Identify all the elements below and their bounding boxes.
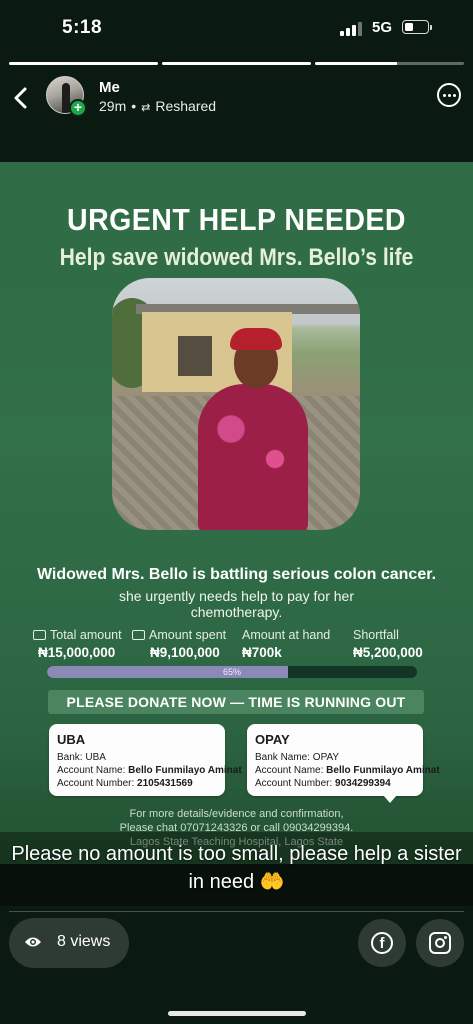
bank-card-title: UBA <box>57 732 86 747</box>
reshare-label: Reshared <box>155 98 217 114</box>
account-name-line: Account Name: Bello Funmilayo Aminat <box>57 765 242 776</box>
patient-photo <box>112 278 360 530</box>
views-button[interactable]: 8 views <box>9 918 129 968</box>
flyer-subtitle: Help save widowed Mrs. Bello’s life <box>59 244 414 271</box>
status-time: 5:18 <box>62 17 103 38</box>
bank-card-uba: UBA Bank: UBA Account Name: Bello Funmil… <box>49 724 242 796</box>
status-bar: 5:18 5G <box>0 0 473 56</box>
wallet-icon <box>33 630 46 640</box>
facebook-icon: f <box>371 932 393 954</box>
story-header: + Me 29m • ⇄ Reshared <box>0 72 473 128</box>
shortfall-label: Shortfall <box>353 628 399 642</box>
more-options-icon[interactable] <box>437 83 461 107</box>
story-segment <box>315 62 464 65</box>
battery-icon <box>402 20 432 34</box>
contact-line-1: For more details/evidence and confirmati… <box>129 808 344 820</box>
story-segment <box>9 62 158 65</box>
flyer-subline: she urgently needs help to pay for her c… <box>118 588 355 620</box>
total-value: ₦15,000,000 <box>38 645 116 660</box>
home-indicator <box>168 1011 306 1016</box>
at-hand-label: Amount at hand <box>242 628 331 642</box>
shortfall-value: ₦5,200,000 <box>353 645 423 660</box>
stats-labels: Total amount Amount spent Amount at hand… <box>0 628 473 644</box>
stats-values: ₦15,000,000 ₦9,100,000 ₦700k ₦5,200,000 <box>0 645 473 663</box>
account-name-line: Account Name: Bello Funmilayo Aminat <box>255 765 440 776</box>
add-story-icon[interactable]: + <box>69 99 87 117</box>
story-image: URGENT HELP NEEDED Help save widowed Mrs… <box>0 162 473 864</box>
bank-card-opay: OPAY Bank Name: OPAY Account Name: Bello… <box>247 724 440 803</box>
views-count: 8 views <box>57 933 111 950</box>
funding-progress-label: 65% <box>222 667 241 677</box>
account-number-line: Account Number: 2105431569 <box>57 778 193 789</box>
divider <box>9 911 464 912</box>
donate-banner: PLEASE DONATE NOW — TIME IS RUNNING OUT <box>48 690 424 714</box>
story-segment <box>162 62 311 65</box>
instagram-icon <box>429 932 451 954</box>
at-hand-value: ₦700k <box>242 645 282 660</box>
total-label: Total amount <box>50 628 122 642</box>
time-ago: 29m <box>99 98 127 114</box>
user-name[interactable]: Me <box>99 79 120 96</box>
spent-value: ₦9,100,000 <box>150 645 220 660</box>
bank-line: Bank: UBA <box>57 752 106 763</box>
meta-separator: • <box>131 98 137 114</box>
network-type: 5G <box>372 19 393 36</box>
flyer-headline: Widowed Mrs. Bello is battling serious c… <box>36 566 437 583</box>
chart-icon <box>132 630 145 640</box>
story-meta: 29m • ⇄ Reshared <box>99 98 216 114</box>
flyer-title: URGENT HELP NEEDED <box>67 202 406 237</box>
eye-icon <box>25 937 41 947</box>
reshare-icon: ⇄ <box>141 102 151 114</box>
back-icon[interactable] <box>12 86 30 110</box>
story-caption: Please no amount is too small, please he… <box>11 843 462 893</box>
bank-line: Bank Name: OPAY <box>255 752 340 763</box>
bank-card-title: OPAY <box>255 732 290 747</box>
contact-info: For more details/evidence and confirmati… <box>0 807 473 835</box>
spent-label: Amount spent <box>149 628 227 642</box>
signal-strength-icon <box>340 22 364 36</box>
share-instagram-button[interactable] <box>416 919 464 967</box>
share-facebook-button[interactable]: f <box>358 919 406 967</box>
funding-progress-bar: 65% <box>47 666 417 678</box>
account-number-line: Account Number: 9034299394 <box>255 778 391 789</box>
story-progress <box>9 62 464 65</box>
